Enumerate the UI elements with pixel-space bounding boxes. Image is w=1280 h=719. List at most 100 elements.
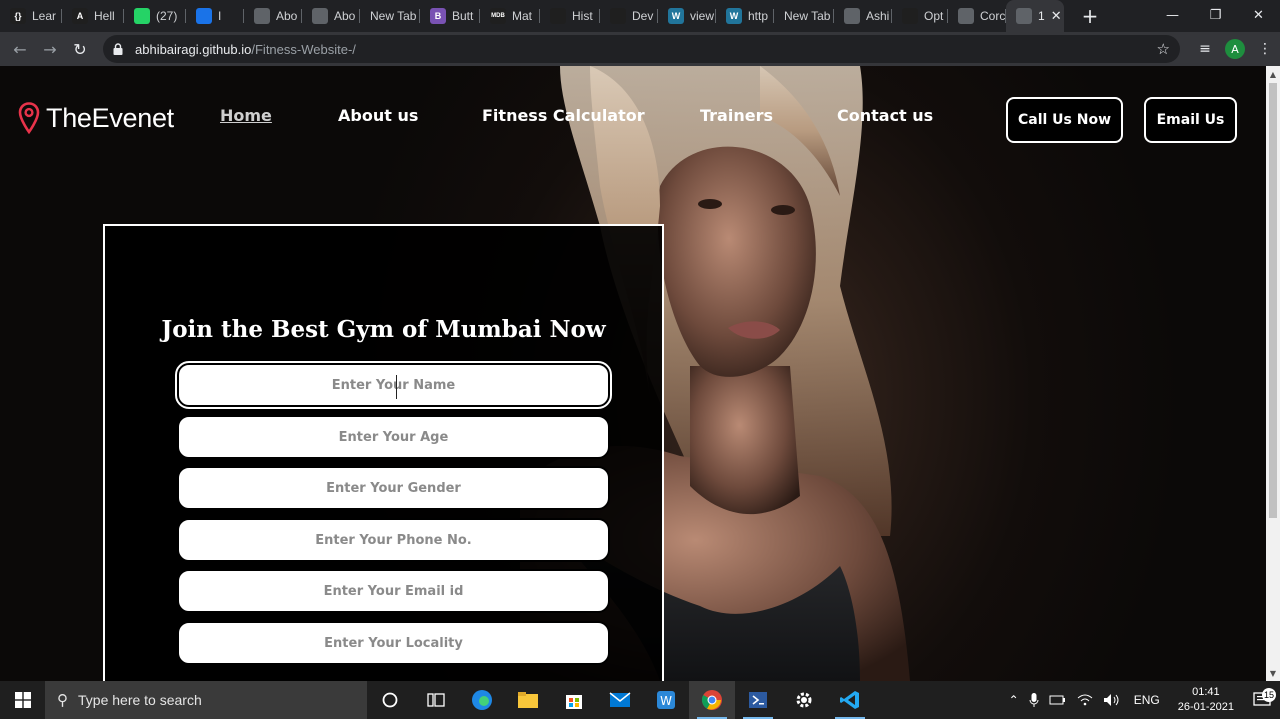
browser-tab[interactable]: B Butt	[420, 0, 480, 32]
globe-icon	[958, 8, 974, 24]
mail-icon[interactable]	[597, 681, 643, 719]
forward-arrow-icon[interactable]: →	[35, 34, 65, 64]
gender-input[interactable]: Enter Your Gender	[177, 466, 610, 510]
browser-tab[interactable]: 1 ✕	[1006, 0, 1064, 32]
scroll-up-arrow-icon[interactable]: ▲	[1266, 66, 1280, 82]
locality-input[interactable]: Enter Your Locality	[177, 621, 610, 665]
system-tray: ⌃ ENG 01:41 26-01-2021 15	[1004, 681, 1280, 719]
browser-tab[interactable]: Whttp	[716, 0, 774, 32]
globe-icon	[1016, 8, 1032, 24]
bookmark-star-icon[interactable]: ☆	[1157, 40, 1170, 58]
browser-tab[interactable]: Abo	[302, 0, 360, 32]
browser-tab[interactable]: A Hell	[62, 0, 124, 32]
a-logo-icon: A	[72, 8, 88, 24]
tab-label: Abo	[276, 9, 298, 23]
browser-tab[interactable]: Abo	[244, 0, 302, 32]
code-icon: {}	[10, 8, 26, 24]
lock-icon[interactable]	[113, 42, 127, 56]
nav-link-fitness-calculator[interactable]: Fitness Calculator	[482, 106, 645, 125]
email-input[interactable]: Enter Your Email id	[177, 569, 610, 613]
taskbar-search-box[interactable]: ⚲ Type here to search	[45, 681, 367, 719]
globe-icon	[254, 8, 270, 24]
browser-tab[interactable]: I	[186, 0, 244, 32]
browser-tab[interactable]: Ashi	[834, 0, 892, 32]
heart-icon	[610, 8, 626, 24]
close-window-icon[interactable]: ✕	[1237, 0, 1280, 30]
chrome-icon[interactable]	[689, 681, 735, 719]
tab-label: Mat	[512, 9, 533, 23]
whiteboard-icon[interactable]: W	[643, 681, 689, 719]
toolbar-right: ≡ A ⋮	[1190, 32, 1280, 66]
microphone-icon[interactable]	[1024, 692, 1044, 708]
browser-tab[interactable]: Dev	[600, 0, 658, 32]
browser-tab[interactable]: MDB Mat	[480, 0, 540, 32]
email-us-button[interactable]: Email Us	[1144, 97, 1237, 143]
globe-icon	[844, 8, 860, 24]
search-placeholder: Type here to search	[78, 692, 202, 708]
address-bar[interactable]: abhibairagi.github.io/Fitness-Website-/ …	[103, 35, 1180, 63]
tab-label: New Tab	[370, 9, 417, 23]
restore-icon[interactable]: ❐	[1194, 0, 1237, 30]
language-indicator[interactable]: ENG	[1126, 693, 1168, 707]
profile-avatar[interactable]: A	[1225, 39, 1245, 59]
store-icon[interactable]	[551, 681, 597, 719]
tab-label: Dev	[632, 9, 654, 23]
windows-start-icon[interactable]	[0, 681, 45, 719]
nav-link-trainers[interactable]: Trainers	[700, 106, 773, 125]
browser-tab[interactable]: {} Lear	[0, 0, 62, 32]
locality-placeholder: Enter Your Locality	[324, 635, 463, 651]
phone-placeholder: Enter Your Phone No.	[315, 532, 472, 548]
tab-label: view	[690, 9, 715, 23]
nav-link-contact[interactable]: Contact us	[837, 106, 933, 125]
action-center-icon[interactable]: 15	[1244, 688, 1280, 708]
name-input[interactable]: Enter Your Name	[175, 361, 612, 409]
form-title: Join the Best Gym of Mumbai Now	[161, 316, 606, 343]
new-tab-button[interactable]: +	[1076, 2, 1104, 30]
svg-text:W: W	[660, 694, 672, 708]
back-arrow-icon[interactable]: ←	[5, 34, 35, 64]
tab-label: (27)	[156, 9, 178, 23]
call-us-button[interactable]: Call Us Now	[1006, 97, 1123, 143]
browser-tab[interactable]: Wview	[658, 0, 716, 32]
phone-input[interactable]: Enter Your Phone No.	[177, 518, 610, 562]
browser-tab[interactable]: New Tab	[774, 0, 834, 32]
show-hidden-icons-chevron-icon[interactable]: ⌃	[1004, 693, 1024, 707]
close-tab-icon[interactable]: ✕	[1051, 8, 1062, 24]
nav-link-home[interactable]: Home	[220, 106, 272, 125]
scroll-down-arrow-icon[interactable]: ▼	[1266, 665, 1280, 681]
tab-label: Ashi	[866, 9, 890, 23]
browser-tab[interactable]: Hist	[540, 0, 600, 32]
vscode-icon[interactable]	[827, 681, 873, 719]
browser-tab[interactable]: Corc	[948, 0, 1006, 32]
clock-date: 26-01-2021	[1177, 701, 1234, 713]
wordpress-icon: W	[726, 8, 742, 24]
github-icon	[902, 8, 918, 24]
edge-browser-icon[interactable]	[459, 681, 505, 719]
browser-tab[interactable]: Opt	[892, 0, 948, 32]
tab-label: Hell	[94, 9, 115, 23]
tab-label: I	[218, 9, 222, 23]
minimize-icon[interactable]: —	[1151, 0, 1194, 30]
task-view-icon[interactable]	[413, 681, 459, 719]
reading-list-icon[interactable]: ≡	[1190, 34, 1220, 64]
browser-tab[interactable]: New Tab	[360, 0, 420, 32]
scrollbar-thumb[interactable]	[1269, 83, 1277, 518]
windows-taskbar: ⚲ Type here to search W ⌃ ENG 01:41 26-0…	[0, 681, 1280, 719]
network-icon[interactable]	[1072, 693, 1098, 707]
age-input[interactable]: Enter Your Age	[177, 415, 610, 459]
nav-link-about[interactable]: About us	[338, 106, 418, 125]
settings-gear-icon[interactable]	[781, 681, 827, 719]
whatsapp-icon	[134, 8, 150, 24]
powershell-icon[interactable]	[735, 681, 781, 719]
menu-kebab-icon[interactable]: ⋮	[1250, 34, 1280, 64]
cortana-icon[interactable]	[367, 681, 413, 719]
clock[interactable]: 01:41 26-01-2021	[1168, 685, 1244, 715]
tab-label: New Tab	[784, 9, 831, 23]
volume-icon[interactable]	[1098, 693, 1126, 707]
browser-tab[interactable]: (27)	[124, 0, 186, 32]
page-scrollbar[interactable]: ▲ ▼	[1266, 66, 1280, 681]
battery-icon[interactable]	[1044, 694, 1072, 706]
file-explorer-icon[interactable]	[505, 681, 551, 719]
site-logo[interactable]: TheEvenet	[18, 102, 174, 134]
reload-icon[interactable]: ↻	[65, 34, 95, 64]
